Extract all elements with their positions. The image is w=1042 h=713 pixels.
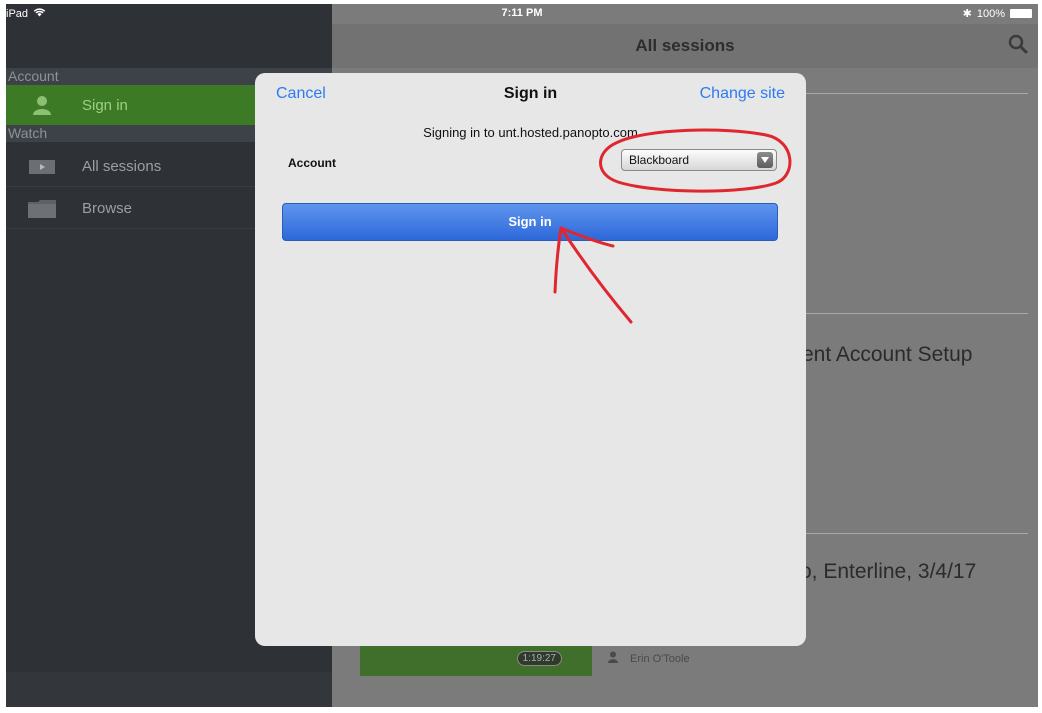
account-select-value: Blackboard [629,153,690,167]
change-site-button[interactable]: Change site [700,85,785,103]
sidebar-bottom-bar [6,672,332,707]
sign-in-modal: Cancel Sign in Change site Signing in to… [255,73,806,646]
battery-icon [1010,9,1032,18]
sidebar-item-label: All sessions [82,158,162,175]
signing-in-text: Signing in to unt.hosted.panopto.com [423,125,638,140]
author-name: Erin O'Toole [630,652,690,665]
video-icon [28,157,56,177]
account-label: Account [288,156,336,170]
session-divider [806,93,1028,94]
sidebar-item-label: Sign in [82,96,128,114]
folder-icon [28,199,56,219]
duration-badge: 1:19:27 [516,651,562,666]
sidebar-item-label: Browse [82,200,133,217]
person-icon [608,651,618,666]
session-title[interactable]: ent Account Setup [802,343,972,367]
session-divider [806,313,1028,314]
chevron-down-icon [757,152,773,168]
session-title[interactable]: o, Enterline, 3/4/17 [800,560,976,584]
modal-nav-bar: Cancel Sign in Change site [255,73,806,115]
main-nav-bar: All sessions [332,24,1038,68]
bluetooth-icon: ✱ [962,8,972,20]
session-author: Erin O'Toole [608,651,690,666]
status-bar: iPad 7:11 PM ✱ 100% [6,4,1038,24]
session-divider [806,533,1028,534]
status-time: 7:11 PM [501,7,543,19]
person-icon [28,95,56,115]
sign-in-button[interactable]: Sign in [282,203,778,241]
status-right: ✱ 100% [963,7,1032,20]
battery-percent: 100% [976,7,1005,20]
ipad-screen: iPad 7:11 PM ✱ 100% Account Sign in Watc… [6,4,1038,707]
account-select[interactable]: Blackboard [621,149,777,171]
page-title: All sessions [635,36,735,55]
search-icon[interactable] [1008,34,1028,59]
